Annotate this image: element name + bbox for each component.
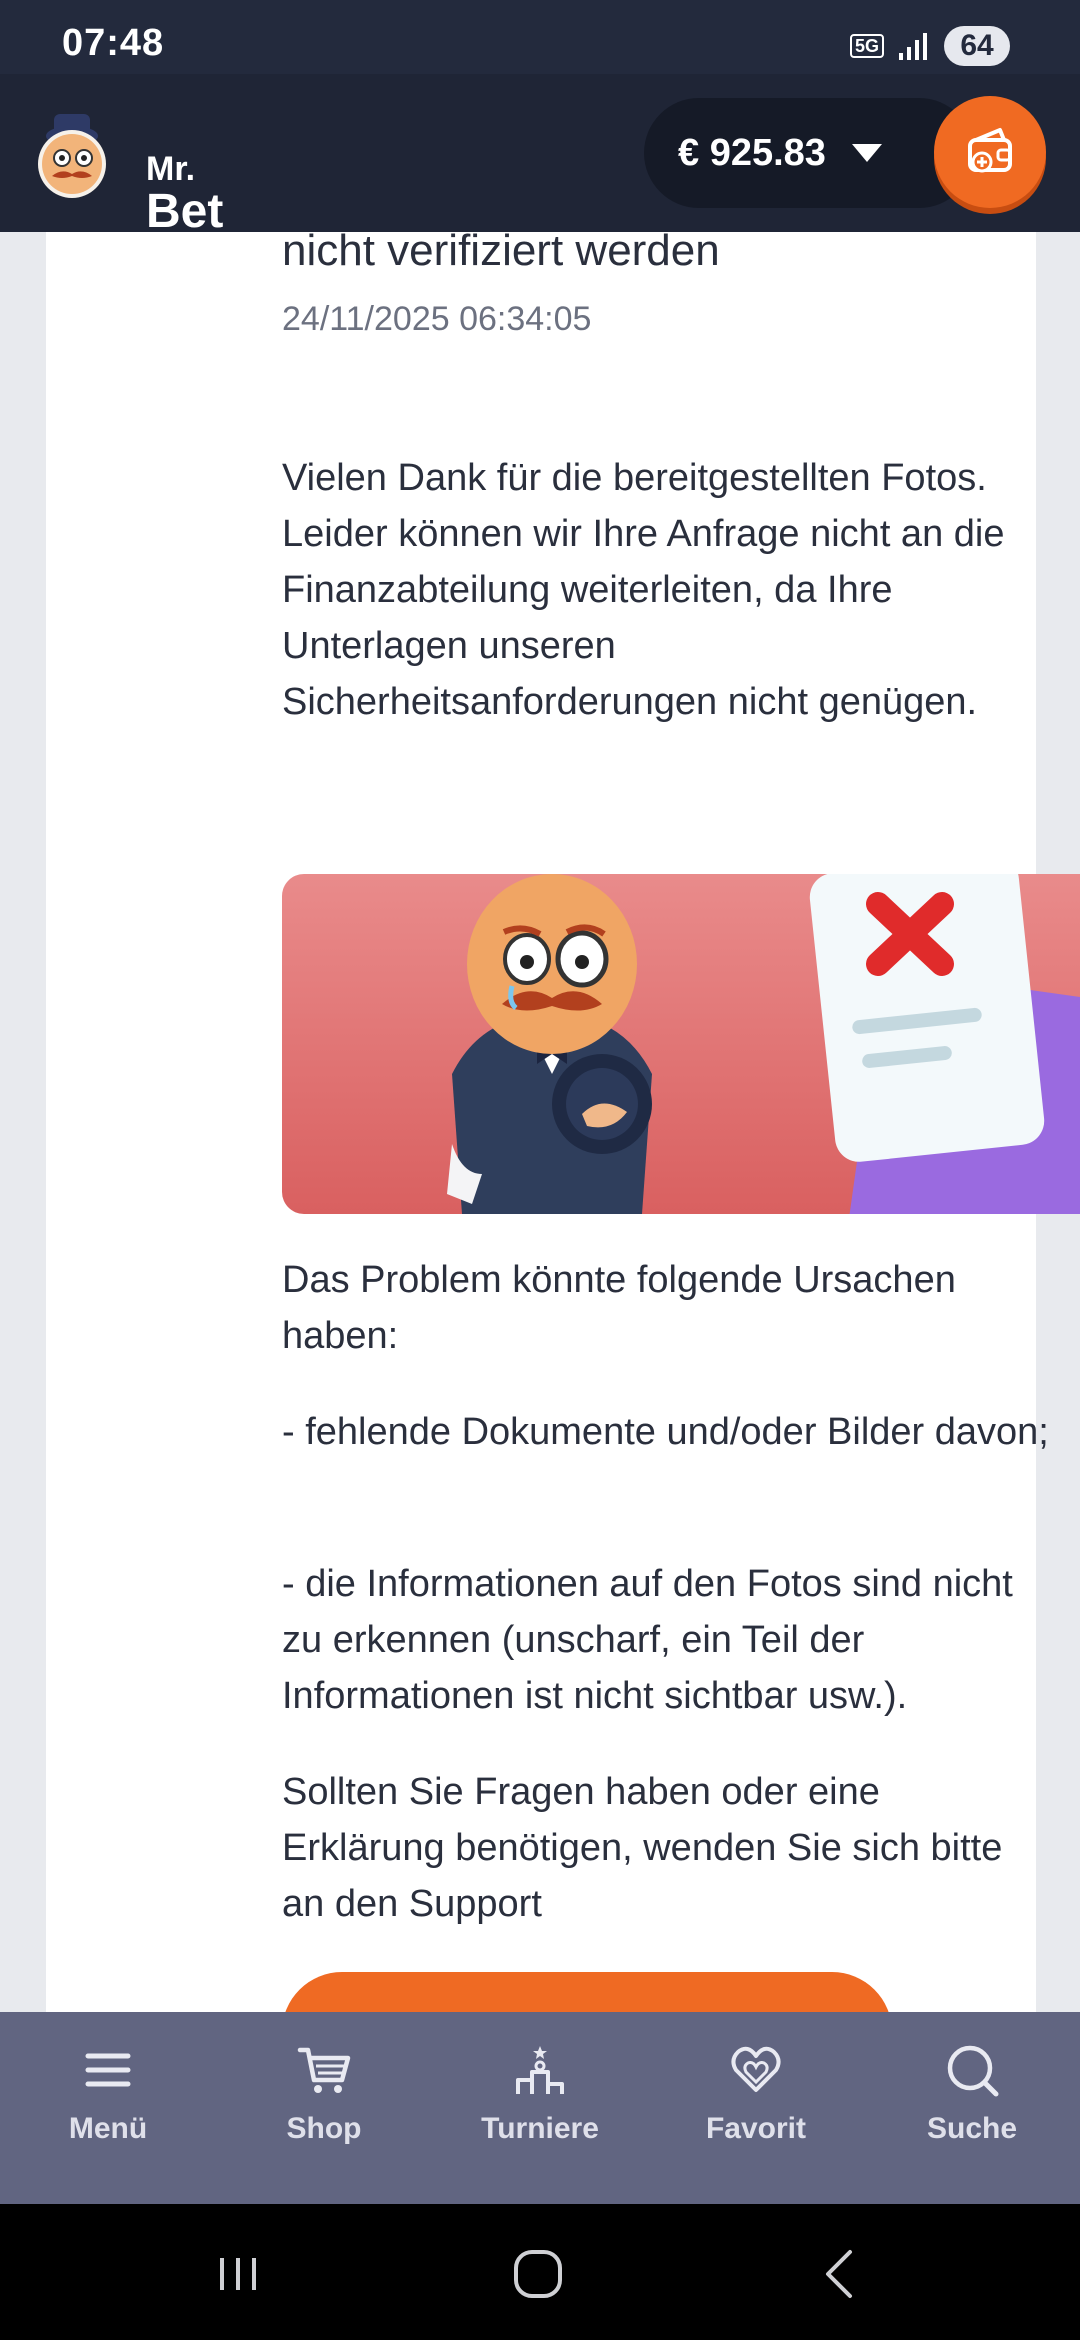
nav-label-shop: Shop	[286, 2112, 362, 2145]
heart-icon	[731, 2046, 781, 2092]
message-paragraph-4: - die Informationen auf den Fotos sind n…	[282, 1563, 1013, 1717]
balance-selector[interactable]: € 925.83	[644, 98, 974, 208]
message-title: nicht verifiziert werden	[282, 232, 720, 275]
battery-indicator: 64	[944, 26, 1010, 66]
menu-icon	[85, 2053, 131, 2087]
status-icons: 5G 64	[849, 24, 1010, 68]
message-paragraph-3: - fehlende Dokumente und/oder Bilder dav…	[282, 1411, 1049, 1453]
caret-down-icon	[851, 144, 882, 162]
message-paragraph-5: Sollten Sie Fragen haben oder eine Erklä…	[282, 1771, 1003, 1925]
nav-item-search[interactable]: Suche	[864, 2012, 1080, 2204]
app-header: Mr. Bet € 925.83	[0, 74, 1080, 236]
bottom-navigation: Menü Shop Turniere Favorit Suche	[0, 2012, 1080, 2204]
wallet-plus-icon	[968, 128, 1012, 173]
logo-wordmark: Mr. Bet	[146, 150, 224, 238]
system-navigation-bar	[0, 2204, 1080, 2340]
nav-item-favorites[interactable]: Favorit	[648, 2012, 864, 2204]
recent-apps-icon[interactable]	[208, 2244, 268, 2304]
message-paragraph-1: Vielen Dank für die bereitgestellten Fot…	[282, 457, 1005, 723]
message-date: 24/11/2025 06:34:05	[282, 300, 592, 338]
deposit-button[interactable]	[934, 96, 1046, 208]
nav-label-tournaments: Turniere	[481, 2112, 599, 2145]
balance-amount: € 925.83	[678, 131, 826, 174]
status-time: 07:48	[62, 22, 165, 64]
nav-label-search: Suche	[926, 2112, 1018, 2145]
nav-label-menu: Menü	[68, 2112, 148, 2145]
nav-label-favorites: Favorit	[705, 2112, 807, 2145]
home-icon[interactable]	[508, 2244, 568, 2304]
back-icon[interactable]	[812, 2244, 872, 2304]
message-card: nicht verifiziert werden 24/11/2025 06:3…	[46, 232, 1080, 2012]
tournament-icon	[516, 2046, 564, 2094]
mr-bet-logo[interactable]: Mr. Bet	[32, 106, 223, 236]
mascot-logo-icon	[38, 114, 106, 198]
nav-item-tournaments[interactable]: Turniere	[432, 2012, 648, 2204]
cart-icon	[297, 2047, 351, 2093]
network-5g-icon: 5G	[849, 34, 884, 58]
nav-item-shop[interactable]: Shop	[216, 2012, 432, 2204]
rejected-document-illustration	[447, 874, 1080, 1214]
rejected-document-banner	[282, 874, 1080, 1214]
message-content-area[interactable]: nicht verifiziert werden 24/11/2025 06:3…	[0, 232, 1080, 2012]
contact-support-button[interactable]	[282, 1972, 892, 2012]
message-paragraph-2: Das Problem könnte folgende Ursachen hab…	[282, 1259, 956, 1357]
status-bar: 07:48 5G 64	[0, 0, 1080, 74]
signal-icon	[899, 33, 927, 60]
nav-item-menu[interactable]: Menü	[0, 2012, 216, 2204]
search-icon	[947, 2045, 999, 2097]
